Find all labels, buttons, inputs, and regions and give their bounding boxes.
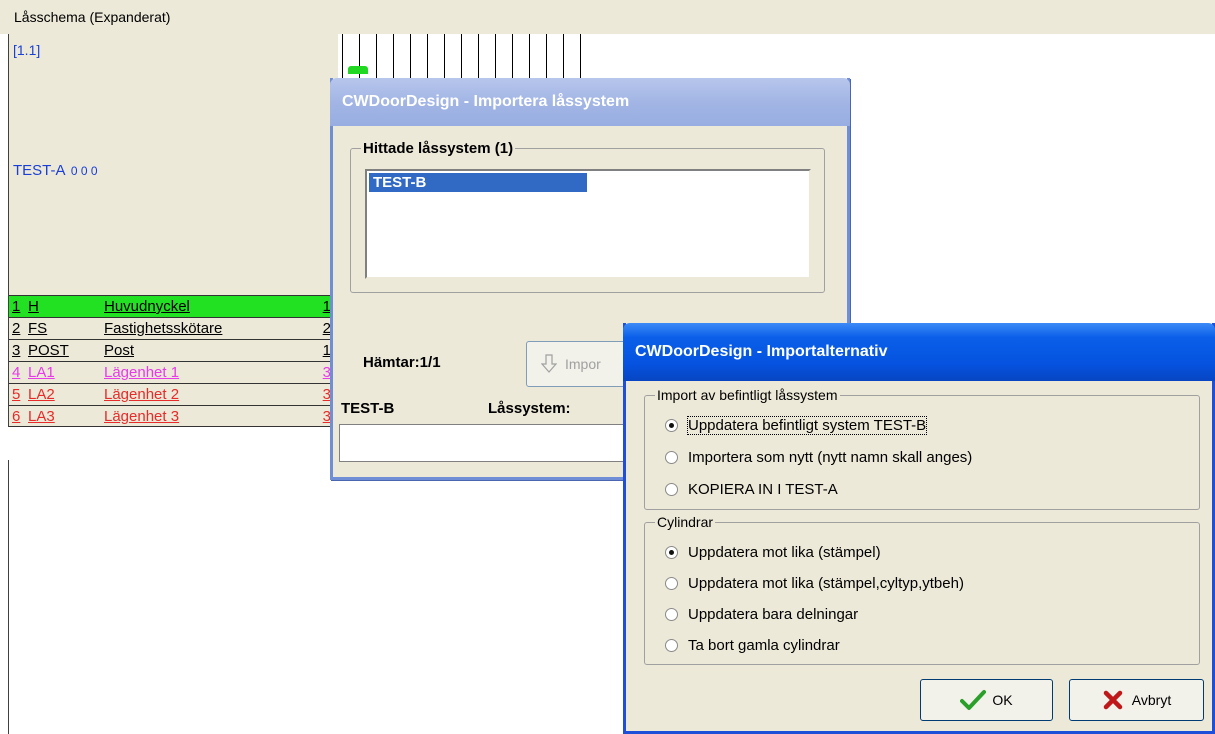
close-icon <box>1103 690 1123 710</box>
key-row[interactable]: 4 LA1 Lägenhet 13 <box>9 361 339 383</box>
window-title: Låsschema (Expanderat) <box>14 9 171 25</box>
radio-label: Importera som nytt (nytt namn skall ange… <box>688 449 973 466</box>
key-number: 4 <box>12 364 21 381</box>
radio-dot <box>665 546 678 559</box>
radio-update-divisions[interactable]: Uppdatera bara delningar <box>665 606 858 623</box>
radio-label: KOPIERA IN I TEST-A <box>688 481 838 498</box>
radio-dot <box>665 639 678 652</box>
footer-system: TEST-B <box>341 400 395 417</box>
schema-marker <box>348 66 368 74</box>
radio-dot <box>665 419 678 432</box>
options-dialog-titlebar[interactable]: CWDoorDesign - Importalternativ <box>623 323 1215 381</box>
footer-field <box>339 424 639 462</box>
key-description: Fastighetsskötare <box>104 320 223 337</box>
cylinders-group: Cylindrar Uppdatera mot lika (stämpel) U… <box>644 514 1200 665</box>
ok-button-label: OK <box>992 692 1013 708</box>
radio-update-existing[interactable]: Uppdatera befintligt system TEST-B <box>665 416 928 435</box>
radio-update-stamp[interactable]: Uppdatera mot lika (stämpel) <box>665 544 881 561</box>
radio-label: Uppdatera bara delningar <box>688 606 859 623</box>
radio-import-new[interactable]: Importera som nytt (nytt namn skall ange… <box>665 449 972 466</box>
key-list: 1 H Huvudnyckel 1 2 FS Fastighetsskötare 2 3 POST… <box>8 295 339 427</box>
system-zeros: 0 0 0 <box>70 164 98 178</box>
systems-listbox[interactable]: TEST-B <box>365 169 811 279</box>
key-number: 3 <box>12 342 21 359</box>
existing-import-group: Import av befintligt låssystem Uppdatera… <box>644 387 1200 510</box>
radio-label: Uppdatera mot lika (stämpel) <box>688 544 881 561</box>
existing-import-label: Import av befintligt låssystem <box>655 387 840 403</box>
key-row[interactable]: 1 H Huvudnyckel 1 <box>9 295 339 317</box>
list-item[interactable]: TEST-B <box>369 173 587 192</box>
found-systems-group: Hittade låssystem (1) TEST-B <box>350 140 825 293</box>
radio-remove-old[interactable]: Ta bort gamla cylindrar <box>665 637 840 654</box>
schema-header-panel: [1.1] TEST-A 0 0 0 <box>8 34 338 295</box>
key-code: POST <box>28 342 69 359</box>
radio-dot <box>665 577 678 590</box>
checkmark-icon <box>960 690 987 710</box>
key-description: Huvudnyckel <box>104 298 190 315</box>
key-description: Lägenhet 1 <box>104 364 180 381</box>
system-name-text: TEST-A <box>13 162 65 179</box>
key-description: Lägenhet 2 <box>104 386 180 403</box>
import-button[interactable]: Impor <box>526 341 636 387</box>
key-code: FS <box>28 320 48 337</box>
radio-copy-in[interactable]: KOPIERA IN I TEST-A <box>665 481 838 498</box>
options-dialog: CWDoorDesign - Importalternativ Import a… <box>623 323 1215 734</box>
import-dialog-titlebar[interactable]: CWDoorDesign - Importera låssystem <box>330 78 850 126</box>
key-number: 1 <box>12 298 21 315</box>
radio-dot <box>665 451 678 464</box>
key-number: 2 <box>12 320 21 337</box>
options-dialog-title: CWDoorDesign - Importalternativ <box>635 343 888 360</box>
cancel-button-label: Avbryt <box>1131 692 1172 708</box>
arrow-down-icon <box>541 354 557 373</box>
cancel-button[interactable]: Avbryt <box>1069 679 1204 721</box>
radio-dot <box>665 483 678 496</box>
radio-label: Ta bort gamla cylindrar <box>688 637 840 654</box>
key-code: LA2 <box>28 386 55 403</box>
import-dialog-title: CWDoorDesign - Importera låssystem <box>342 93 630 110</box>
found-systems-label: Hittade låssystem (1) <box>361 140 516 157</box>
key-number: 6 <box>12 408 21 425</box>
key-row[interactable]: 5 LA2 Lägenhet 23 <box>9 383 339 405</box>
radio-dot <box>665 608 678 621</box>
key-code: H <box>28 298 39 315</box>
key-description: Lägenhet 3 <box>104 408 180 425</box>
radio-label: Uppdatera mot lika (stämpel,cyltyp,ytbeh… <box>688 575 964 592</box>
import-button-label: Impor <box>565 356 601 372</box>
coordinate-label: [1.1] <box>13 42 41 58</box>
schema-columns[interactable] <box>342 34 581 80</box>
key-description: Post <box>104 342 135 359</box>
key-row[interactable]: 3 POST Post 1 <box>9 339 339 361</box>
key-code: LA1 <box>28 364 55 381</box>
system-name: TEST-A 0 0 0 <box>13 162 98 179</box>
footer-label: Låssystem: <box>488 400 571 417</box>
key-row[interactable]: 6 LA3 Lägenhet 33 <box>9 405 339 427</box>
key-code: LA3 <box>28 408 55 425</box>
ok-button[interactable]: OK <box>920 679 1053 721</box>
progress-text: Hämtar:1/1 <box>363 354 441 371</box>
radio-update-stamp-type[interactable]: Uppdatera mot lika (stämpel,cyltyp,ytbeh… <box>665 575 964 592</box>
key-number: 5 <box>12 386 21 403</box>
radio-label: Uppdatera befintligt system TEST-B <box>686 416 928 435</box>
left-divider <box>8 460 9 734</box>
key-row[interactable]: 2 FS Fastighetsskötare 2 <box>9 317 339 339</box>
window-title-bar: Låsschema (Expanderat) <box>0 0 1215 34</box>
cylinders-label: Cylindrar <box>655 514 716 530</box>
